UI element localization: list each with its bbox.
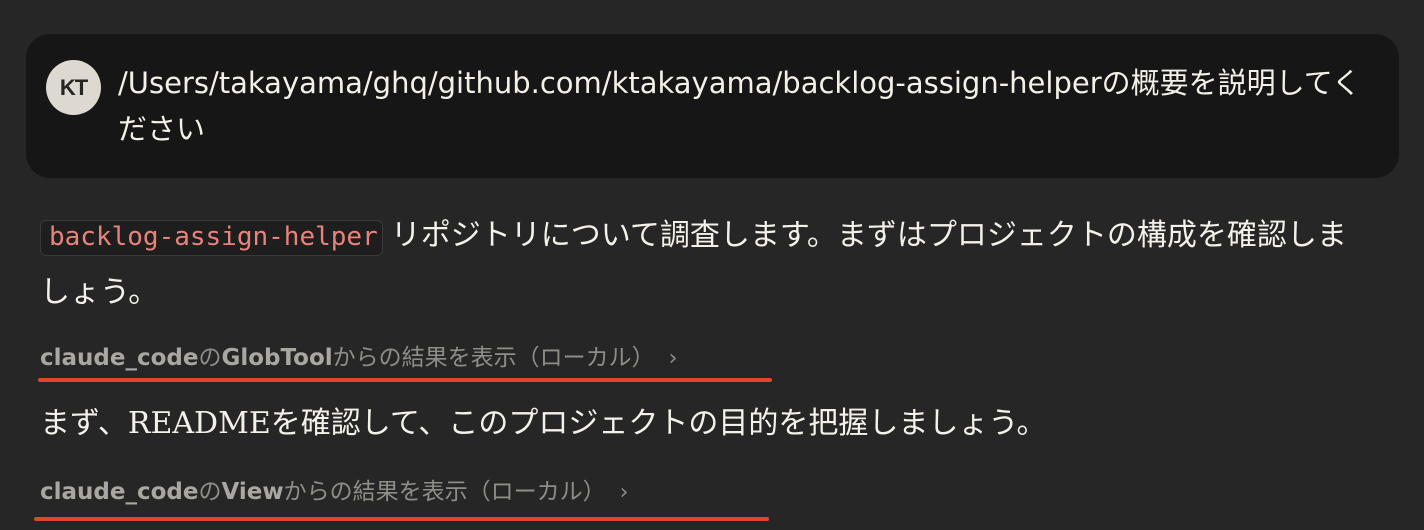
tool-result-suffix: からの結果を表示（ローカル） [332,345,655,371]
chevron-right-icon: › [668,346,678,371]
assistant-paragraph-2: まず、READMEを確認して、このプロジェクトの目的を把握しましょう。 [40,406,1047,441]
user-message-card: KT /Users/takayama/ghq/github.com/ktakay… [26,34,1399,178]
user-message-text: /Users/takayama/ghq/github.com/ktakayama… [118,66,1361,146]
tool-result-view-link[interactable]: claude_codeのViewからの結果を表示（ローカル） › [40,475,628,510]
annotation-underline [34,517,769,521]
tool-connector: の [198,479,222,505]
tool-result-suffix: からの結果を表示（ローカル） [283,479,606,505]
tool-connector: の [198,345,222,371]
annotation-underline [38,378,772,382]
tool-name-label: View [221,479,284,505]
tool-source-label: claude_code [40,345,199,371]
assistant-paragraph-1: backlog-assign-helper リポジトリについて調査します。まずはプ… [40,208,1370,321]
chevron-right-icon: › [619,480,629,505]
user-avatar: KT [46,60,101,115]
inline-code-repo-name: backlog-assign-helper [40,220,383,256]
tool-source-label: claude_code [40,479,199,505]
tool-name-label: GlobTool [221,345,333,371]
tool-result-globtool-link[interactable]: claude_codeのGlobToolからの結果を表示（ローカル） › [40,341,677,376]
